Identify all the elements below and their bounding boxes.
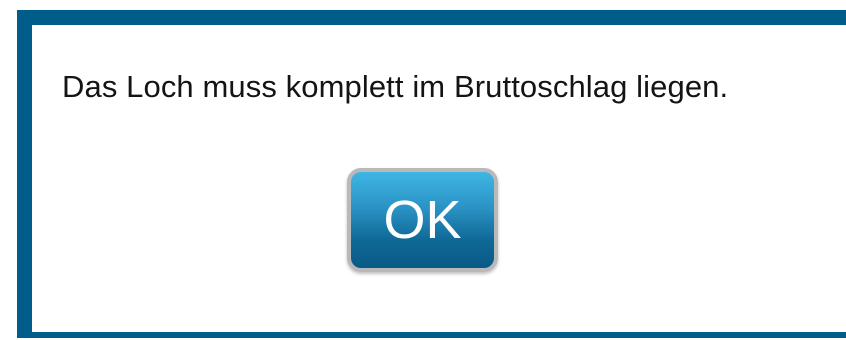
ok-button[interactable]: OK	[347, 168, 498, 272]
screen: Das Loch muss komplett im Bruttoschlag l…	[0, 0, 846, 340]
dialog-body: Das Loch muss komplett im Bruttoschlag l…	[32, 25, 846, 332]
alert-dialog: Das Loch muss komplett im Bruttoschlag l…	[17, 10, 846, 338]
dialog-message: Das Loch muss komplett im Bruttoschlag l…	[62, 69, 729, 104]
